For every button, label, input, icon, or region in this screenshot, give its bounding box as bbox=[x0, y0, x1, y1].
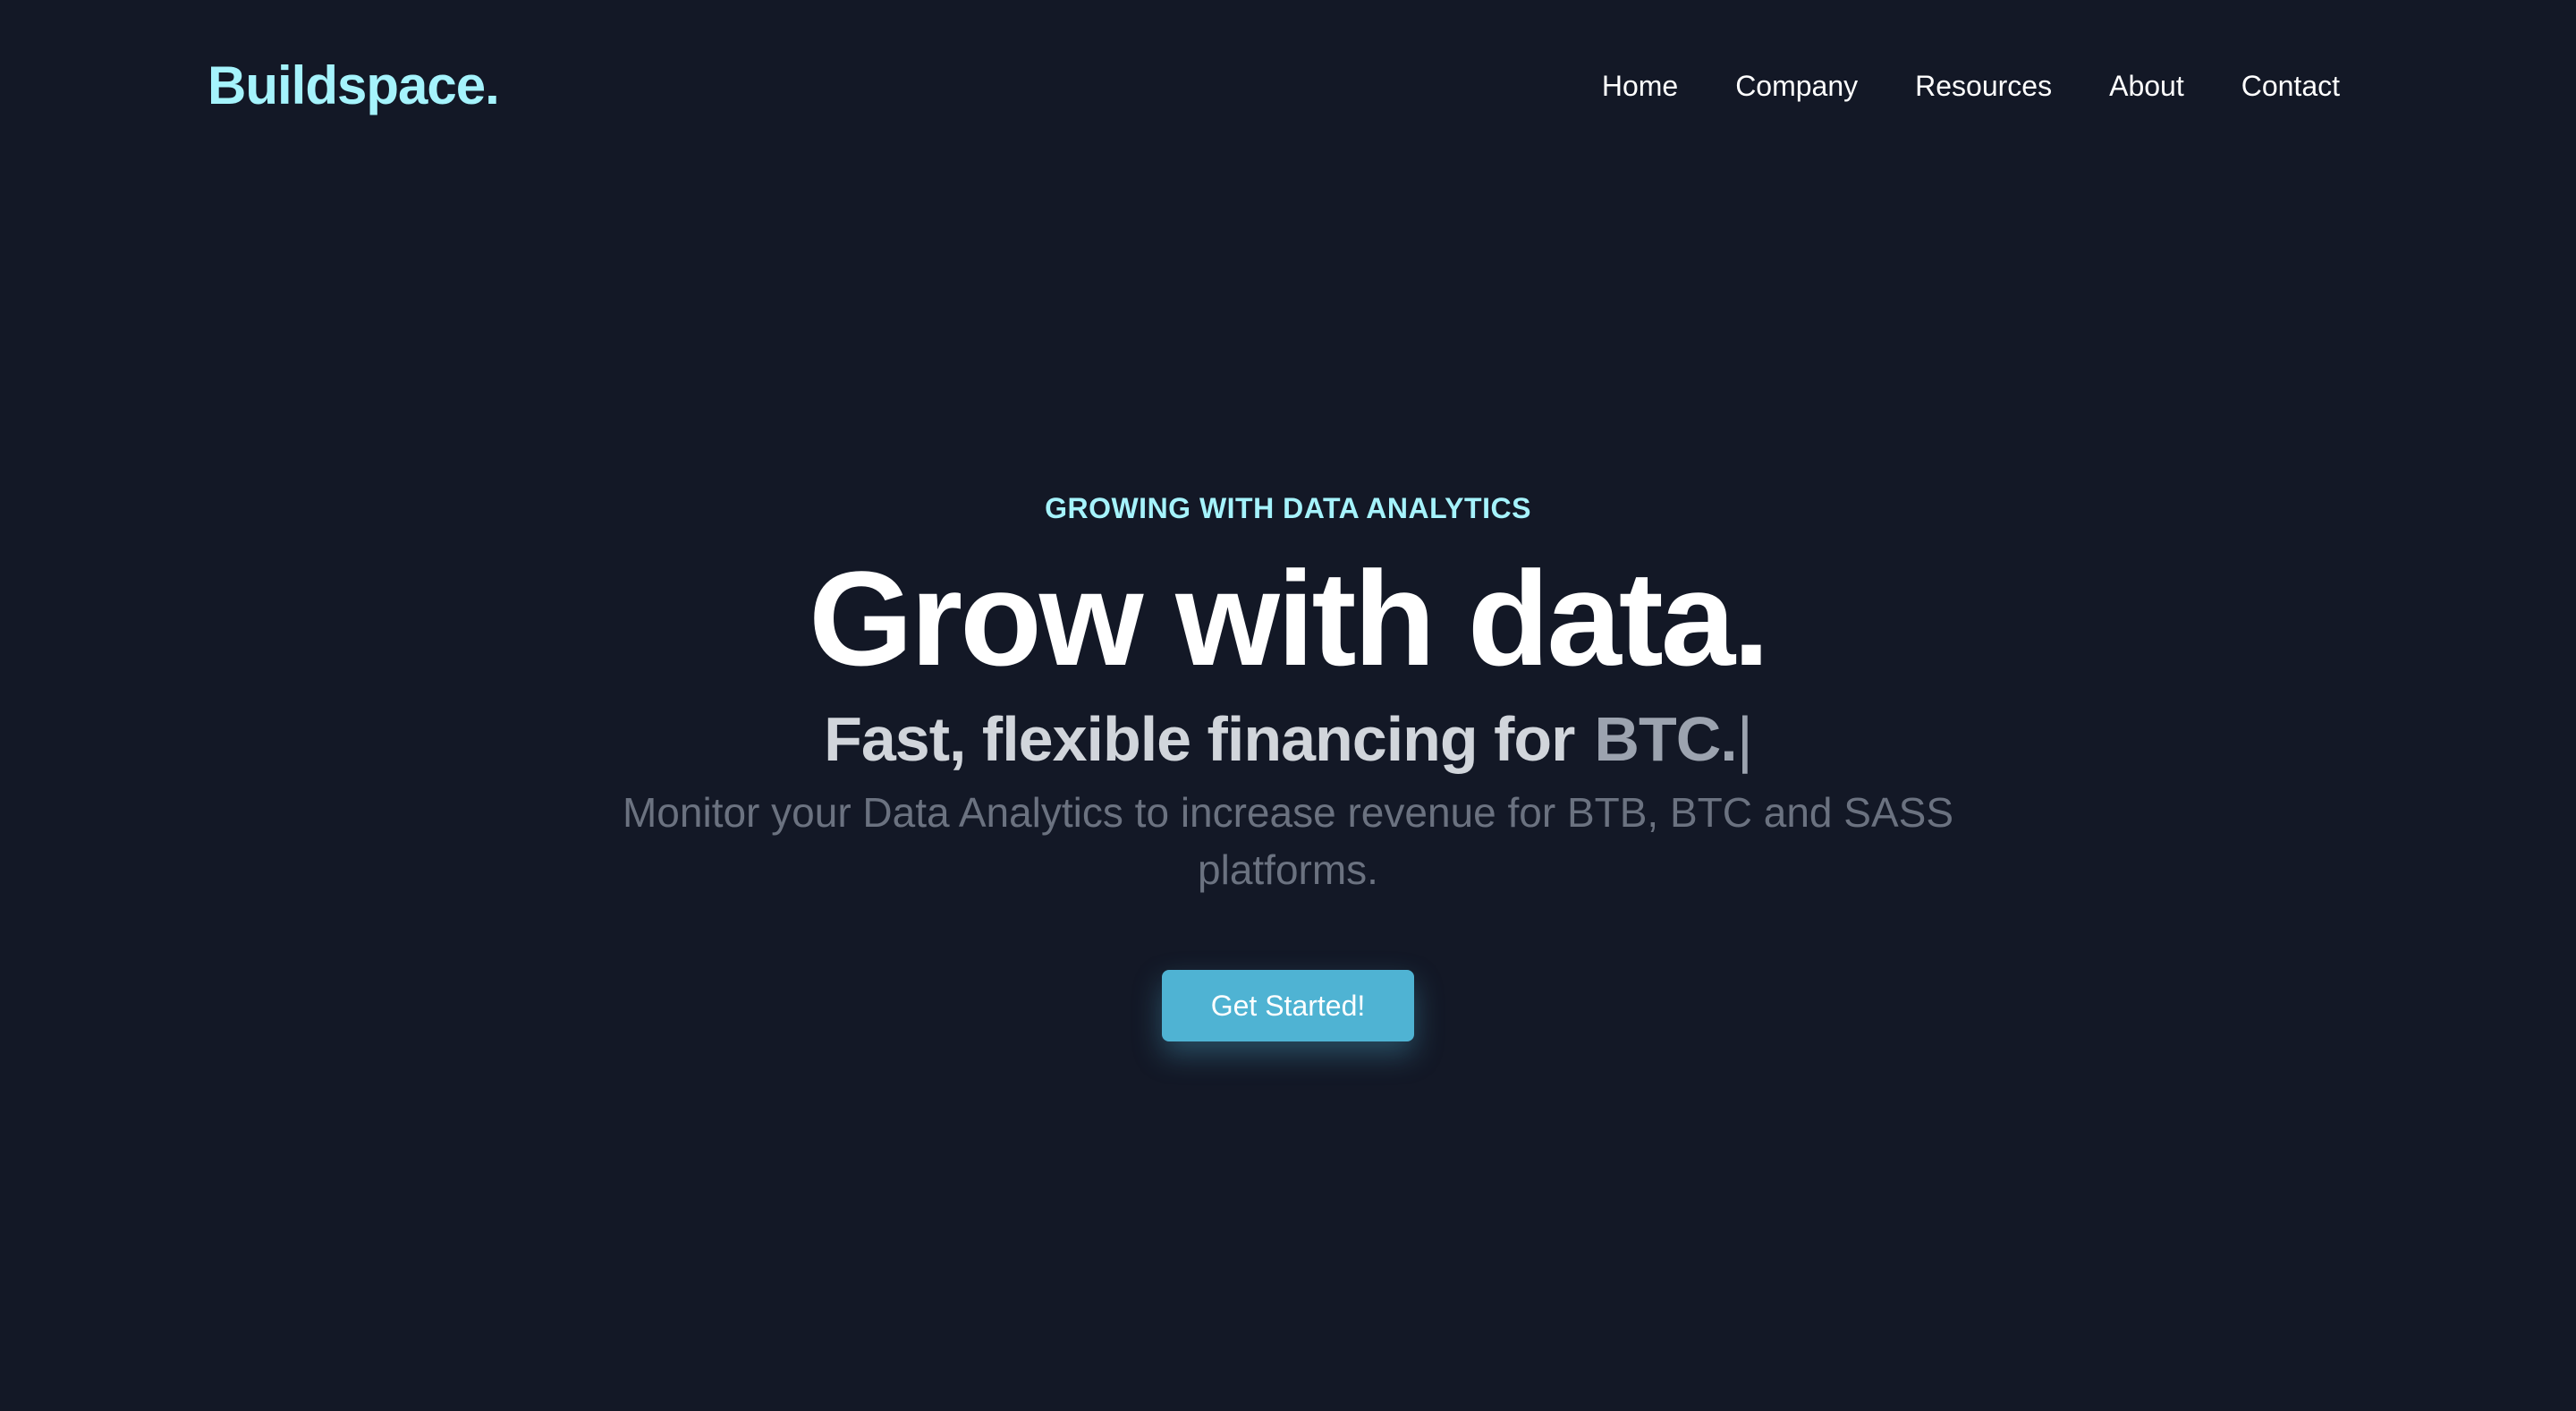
logo[interactable]: Buildspace. bbox=[208, 54, 500, 118]
nav-link-company[interactable]: Company bbox=[1735, 63, 1858, 109]
nav-link-contact[interactable]: Contact bbox=[2241, 63, 2340, 109]
nav-link-about[interactable]: About bbox=[2109, 63, 2184, 109]
hero-headline: Grow with data. bbox=[809, 543, 1770, 693]
hero-description: Monitor your Data Analytics to increase … bbox=[622, 789, 1953, 893]
subheadline-prefix: Fast, flexible financing for bbox=[824, 704, 1575, 774]
get-started-button[interactable]: Get Started! bbox=[1161, 970, 1415, 1041]
hero-section: GROWING WITH DATA ANALYTICS Grow with da… bbox=[0, 483, 2576, 1041]
navbar: Buildspace. Home Company Resources About… bbox=[0, 0, 2576, 170]
hero-eyebrow: GROWING WITH DATA ANALYTICS bbox=[1045, 492, 1531, 524]
nav-links: Home Company Resources About Contact bbox=[1602, 63, 2340, 109]
typing-cursor: | bbox=[1736, 704, 1753, 774]
nav-link-resources[interactable]: Resources bbox=[1915, 63, 2052, 109]
hero-subheadline: Fast, flexible financing for BTC.| bbox=[0, 694, 2576, 784]
nav-link-home[interactable]: Home bbox=[1602, 63, 1678, 109]
subheadline-typed-text: BTC. bbox=[1594, 704, 1737, 774]
